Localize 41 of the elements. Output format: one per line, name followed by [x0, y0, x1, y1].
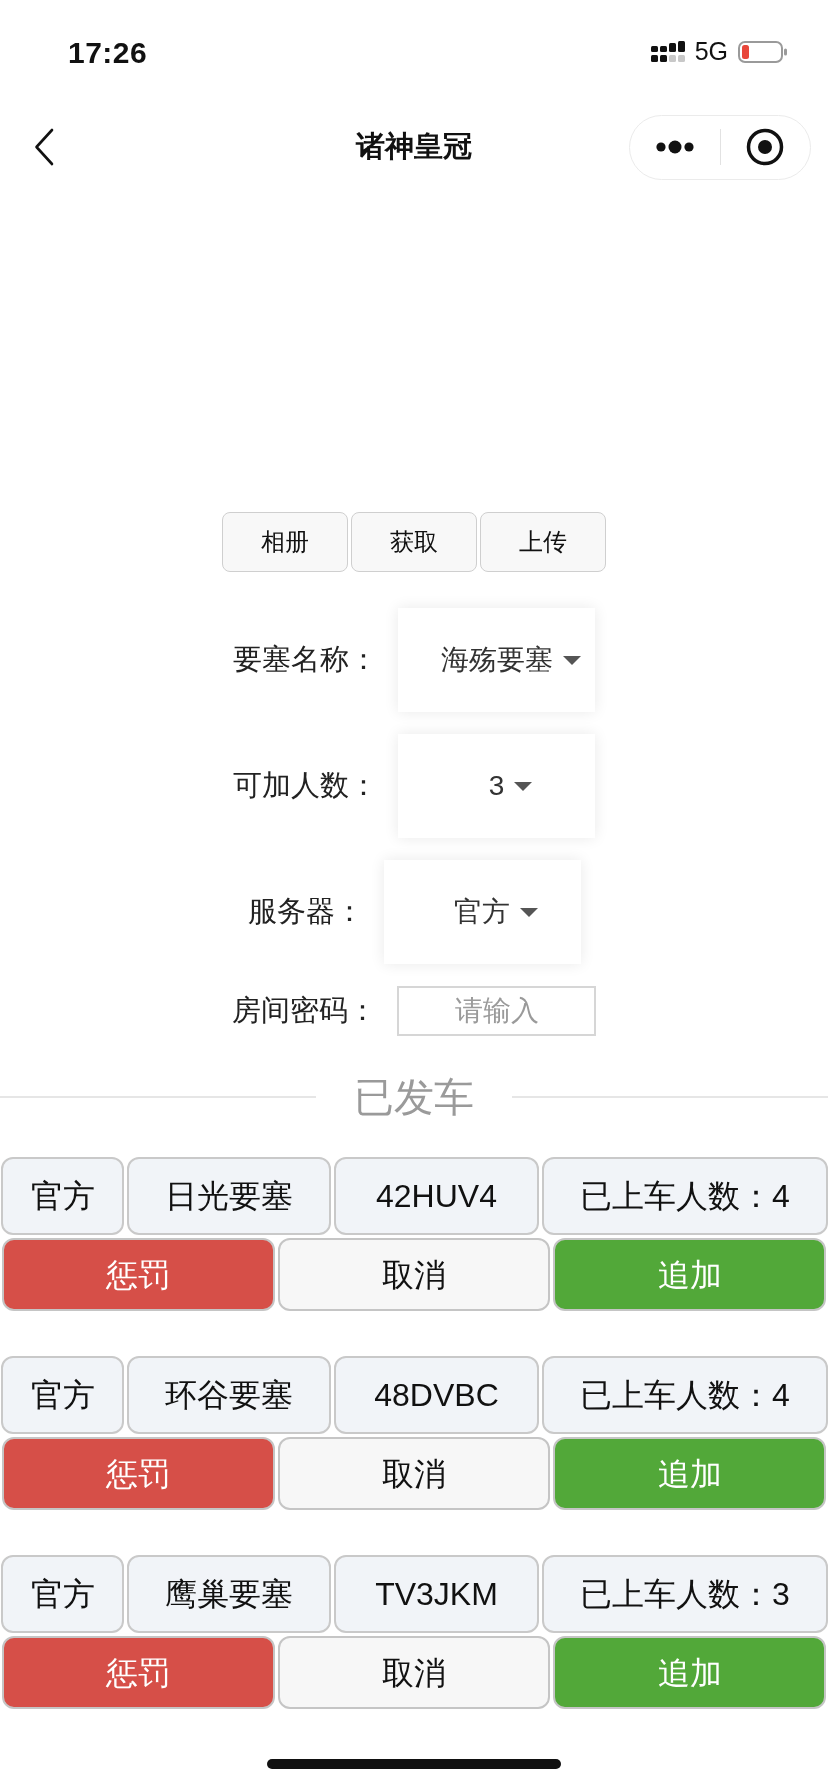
- penalty-button[interactable]: 惩罚: [2, 1437, 275, 1510]
- photo-action-button[interactable]: 相册: [222, 512, 348, 572]
- caret-icon: [520, 907, 538, 917]
- cancel-button[interactable]: 取消: [277, 1437, 551, 1510]
- fortress-tag: 鹰巢要塞: [127, 1555, 331, 1633]
- field-label: 房间密码：: [232, 993, 377, 1029]
- photo-action-button[interactable]: 获取: [351, 512, 477, 572]
- caret-icon: [562, 655, 581, 665]
- cancel-button[interactable]: 取消: [277, 1238, 551, 1311]
- field-label: 服务器：: [247, 894, 364, 930]
- caret-icon: [514, 781, 533, 791]
- battery-icon: [738, 41, 788, 63]
- room-code-tag: 42HUV4: [334, 1157, 539, 1235]
- signal-icon: [650, 41, 685, 63]
- dropdown-field[interactable]: 官方: [383, 860, 581, 964]
- dropdown-field[interactable]: 海殇要塞: [398, 608, 595, 712]
- dropdown-field[interactable]: 3: [398, 734, 595, 838]
- boarded-count-tag: 已上车人数：4: [542, 1356, 828, 1434]
- network-label: 5G: [694, 36, 728, 68]
- penalty-button[interactable]: 惩罚: [2, 1636, 275, 1709]
- cancel-button[interactable]: 取消: [277, 1636, 551, 1709]
- server-tag: 官方: [1, 1157, 124, 1235]
- fortress-tag: 环谷要塞: [127, 1356, 331, 1434]
- fortress-tag: 日光要塞: [127, 1157, 331, 1235]
- field-label: 可加人数：: [233, 768, 378, 804]
- photo-action-button[interactable]: 上传: [480, 512, 606, 572]
- page-title: 诸神皇冠: [356, 129, 472, 165]
- penalty-button[interactable]: 惩罚: [2, 1238, 275, 1311]
- server-tag: 官方: [1, 1555, 124, 1633]
- room-code-tag: TV3JKM: [334, 1555, 539, 1633]
- field-label: 要塞名称：: [233, 642, 378, 678]
- room-code-tag: 48DVBC: [334, 1356, 539, 1434]
- server-tag: 官方: [1, 1356, 124, 1434]
- more-icon[interactable]: [655, 140, 694, 154]
- back-icon[interactable]: [34, 128, 54, 166]
- section-title: 已发车: [354, 1074, 474, 1120]
- target-icon[interactable]: [746, 128, 785, 166]
- boarded-count-tag: 已上车人数：3: [542, 1555, 828, 1633]
- password-field[interactable]: 请输入: [397, 986, 596, 1036]
- status-time: 17:26: [68, 34, 148, 71]
- boarded-count-tag: 已上车人数：4: [542, 1157, 828, 1235]
